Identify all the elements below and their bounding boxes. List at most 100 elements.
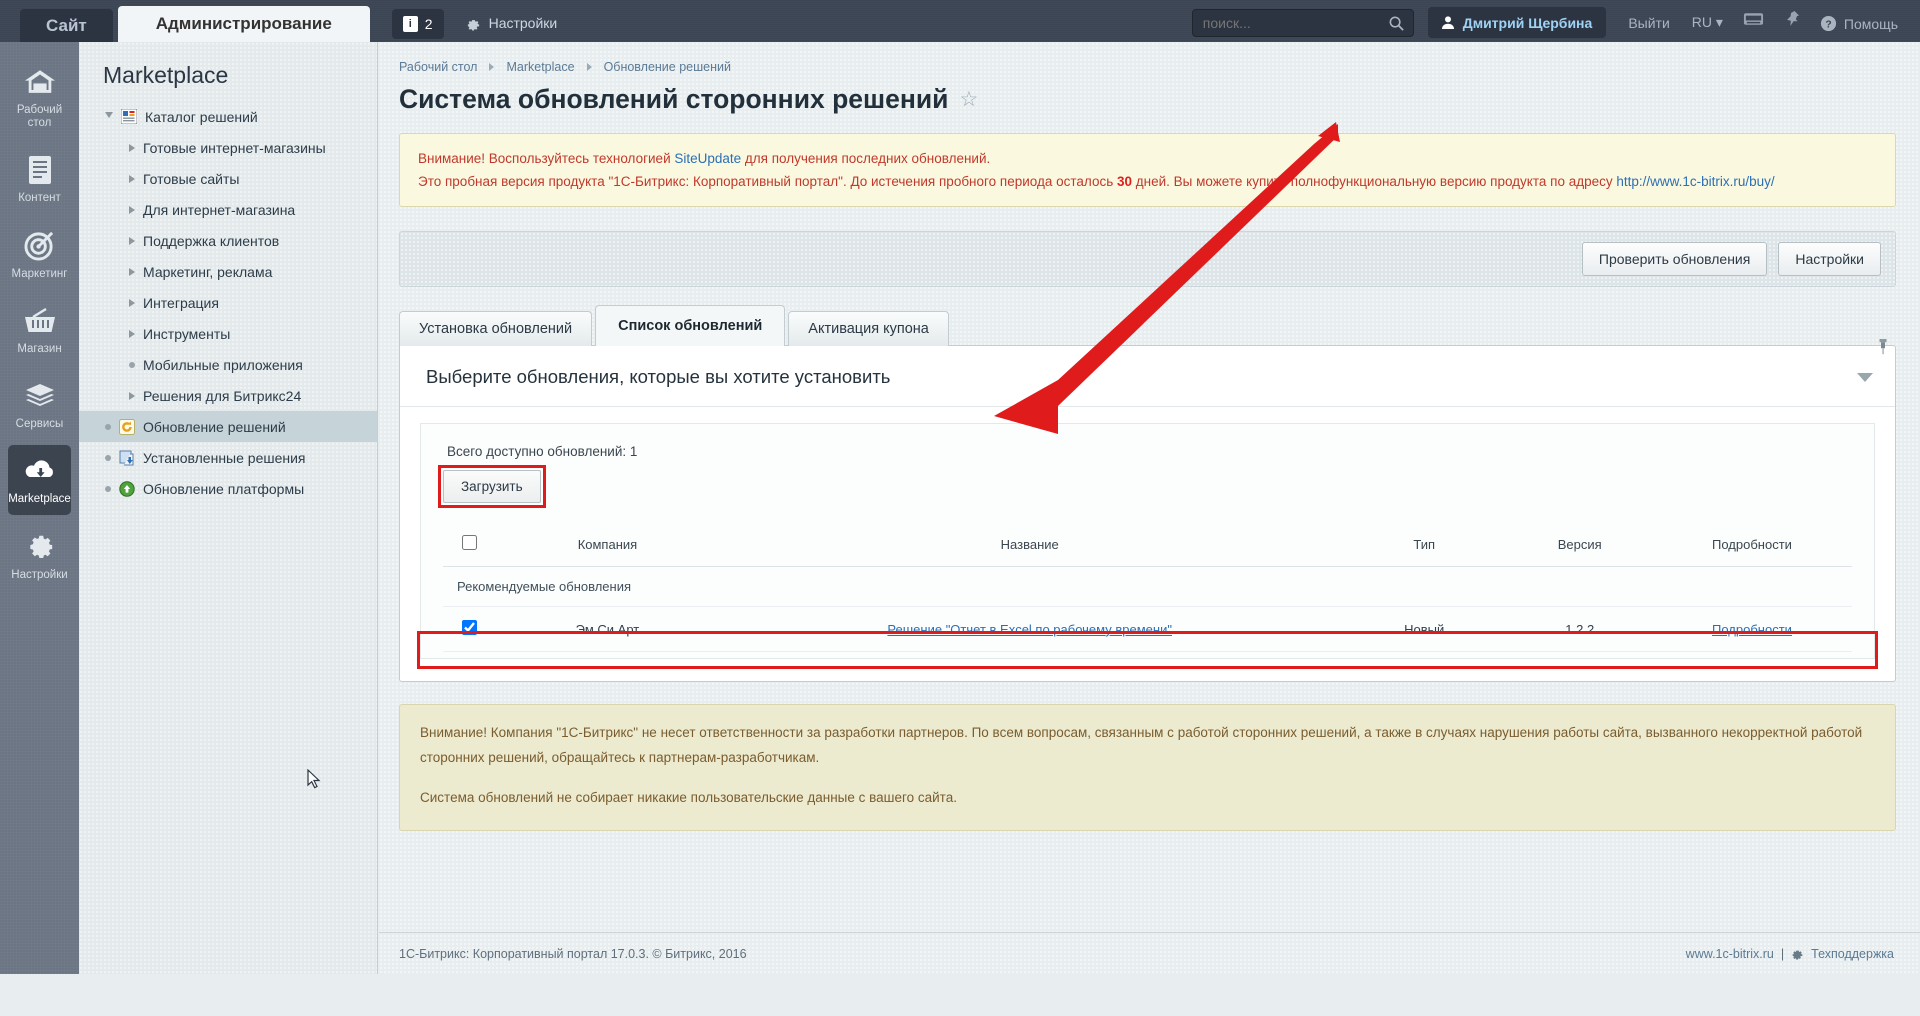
notice-line1-pre: Внимание! Воспользуйтесь технологией — [418, 151, 674, 166]
col-select — [443, 525, 496, 567]
notice-line2-mid: дней. Вы можете купить полнофункциональн… — [1132, 174, 1616, 189]
language-switch[interactable]: RU ▾ — [1692, 14, 1723, 31]
chevron-down-icon[interactable] — [1857, 373, 1873, 382]
sidebar-item-installed-solutions[interactable]: Установленные решения — [79, 442, 377, 473]
table-body: Рекомендуемые обновления Эм Си Арт Решен… — [443, 567, 1852, 652]
row-type: Новый — [1341, 607, 1508, 652]
download-button[interactable]: Загрузить — [443, 470, 541, 503]
updates-panel: Выберите обновления, которые вы хотите у… — [399, 345, 1896, 682]
notice-line-2: Это пробная версия продукта "1С-Битрикс:… — [418, 170, 1877, 193]
row-checkbox[interactable] — [462, 620, 477, 635]
row-version: 1.2.2 — [1508, 607, 1652, 652]
rail-item-content[interactable]: Контент — [8, 144, 71, 213]
panel-heading: Выберите обновления, которые вы хотите у… — [426, 366, 890, 388]
top-bar: Сайт Администрирование i 2 Настройки Дми… — [0, 0, 1920, 42]
cloud-download-icon — [23, 454, 57, 488]
rail-label: Магазин — [17, 343, 61, 356]
check-updates-button[interactable]: Проверить обновления — [1582, 242, 1767, 276]
footer-right: www.1c-bitrix.ru | Техподдержка — [1686, 947, 1894, 961]
gear-icon — [25, 530, 55, 564]
breadcrumb-separator-icon — [587, 63, 592, 71]
col-details: Подробности — [1652, 525, 1852, 567]
sidebar-item-label: Готовые сайты — [143, 171, 239, 187]
support-link[interactable]: Техподдержка — [1811, 947, 1894, 961]
sidebar-menu: Marketplace Каталог решений Готовые инте… — [79, 42, 378, 974]
notice-line1-post: для получения последних обновлений. — [741, 151, 990, 166]
breadcrumb-item-current[interactable]: Обновление решений — [604, 60, 731, 74]
rail-label: Сервисы — [16, 418, 64, 431]
sidebar-item-label: Обновление платформы — [143, 481, 304, 497]
tab-bar: Установка обновлений Список обновлений А… — [399, 305, 1920, 346]
rail-item-desktop[interactable]: Рабочий стол — [8, 56, 71, 138]
rail-item-shop[interactable]: Магазин — [8, 295, 71, 364]
sidebar-item-for-shop[interactable]: Для интернет-магазина — [79, 194, 377, 225]
user-menu[interactable]: Дмитрий Щербина — [1428, 7, 1607, 38]
updates-table: Компания Название Тип Версия Подробности… — [443, 525, 1852, 652]
bullet-icon — [105, 455, 111, 461]
settings-button[interactable]: Настройки — [1778, 242, 1881, 276]
sidebar-item-label: Для интернет-магазина — [143, 202, 295, 218]
chevron-right-icon — [129, 206, 135, 214]
platform-icon — [119, 481, 135, 497]
info-icon: i — [403, 16, 418, 32]
footer-site-link[interactable]: www.1c-bitrix.ru — [1686, 947, 1774, 961]
table-header-row: Компания Название Тип Версия Подробности — [443, 525, 1852, 567]
star-icon[interactable]: ☆ — [959, 87, 978, 112]
sidebar-item-mobile-apps[interactable]: Мобильные приложения — [79, 349, 377, 380]
siteupdate-link[interactable]: SiteUpdate — [674, 151, 741, 166]
topbar-settings-link[interactable]: Настройки — [466, 15, 558, 31]
tab-coupon-activation[interactable]: Активация купона — [788, 311, 949, 346]
action-toolbar: Проверить обновления Настройки — [399, 231, 1896, 287]
rail-item-services[interactable]: Сервисы — [8, 370, 71, 439]
panel-header: Выберите обновления, которые вы хотите у… — [400, 346, 1895, 407]
rail-item-settings[interactable]: Настройки — [8, 521, 71, 590]
tab-updates-list[interactable]: Список обновлений — [595, 305, 785, 346]
update-icon — [119, 419, 135, 435]
tab-administration[interactable]: Администрирование — [118, 6, 370, 42]
rail-item-marketplace[interactable]: Marketplace — [8, 445, 71, 514]
sidebar-item-bitrix24-solutions[interactable]: Решения для Битрикс24 — [79, 380, 377, 411]
help-link[interactable]: ? Помощь — [1820, 15, 1898, 32]
sidebar-item-label: Маркетинг, реклама — [143, 264, 272, 280]
tab-site[interactable]: Сайт — [20, 9, 113, 42]
sidebar-item-integration[interactable]: Интеграция — [79, 287, 377, 318]
sidebar-item-solutions-update[interactable]: Обновление решений — [79, 411, 377, 442]
gear-icon — [466, 16, 481, 31]
bullet-icon — [105, 424, 111, 430]
buy-link[interactable]: http://www.1c-bitrix.ru/buy/ — [1616, 174, 1774, 189]
sidebar-item-ready-sites[interactable]: Готовые сайты — [79, 163, 377, 194]
table-row[interactable]: Эм Си Арт Решение "Отчет в Excel по рабо… — [443, 607, 1852, 652]
logout-link[interactable]: Выйти — [1628, 15, 1669, 31]
search-box[interactable] — [1192, 9, 1414, 37]
rail-item-marketing[interactable]: Маркетинг — [8, 220, 71, 289]
basket-icon — [24, 304, 56, 338]
select-all-checkbox[interactable] — [462, 535, 477, 550]
search-input[interactable] — [1193, 15, 1413, 31]
search-icon — [1388, 15, 1405, 37]
table-head: Компания Название Тип Версия Подробности — [443, 525, 1852, 567]
pin-icon[interactable] — [1784, 10, 1800, 32]
sidebar-item-label: Поддержка клиентов — [143, 233, 279, 249]
table-group-row: Рекомендуемые обновления — [443, 567, 1852, 607]
icon-rail: Рабочий стол Контент Маркетинг Магазин С… — [0, 42, 79, 974]
keyboard-icon[interactable] — [1743, 11, 1764, 32]
notifications-chip[interactable]: i 2 — [392, 9, 444, 39]
sidebar-item-ready-shops[interactable]: Готовые интернет-магазины — [79, 132, 377, 163]
chevron-right-icon — [129, 237, 135, 245]
sidebar-item-platform-update[interactable]: Обновление платформы — [79, 473, 377, 504]
tab-install-updates[interactable]: Установка обновлений — [399, 311, 592, 346]
sidebar-item-client-support[interactable]: Поддержка клиентов — [79, 225, 377, 256]
chevron-right-icon — [129, 144, 135, 152]
rail-label: Рабочий стол — [10, 104, 69, 130]
breadcrumb-item-desktop[interactable]: Рабочий стол — [399, 60, 477, 74]
details-link[interactable]: Подробности — [1712, 622, 1792, 637]
page-title-row: Система обновлений сторонних решений ☆ — [379, 74, 1920, 115]
sidebar-item-marketing-ads[interactable]: Маркетинг, реклама — [79, 256, 377, 287]
solution-name-link[interactable]: Решение "Отчет в Excel по рабочему време… — [887, 622, 1172, 637]
help-label: Помощь — [1844, 16, 1898, 32]
installed-icon — [119, 450, 135, 466]
sidebar-item-catalog[interactable]: Каталог решений — [79, 101, 377, 132]
sidebar-item-tools[interactable]: Инструменты — [79, 318, 377, 349]
breadcrumb-item-marketplace[interactable]: Marketplace — [506, 60, 574, 74]
topbar-settings-label: Настройки — [489, 15, 558, 31]
